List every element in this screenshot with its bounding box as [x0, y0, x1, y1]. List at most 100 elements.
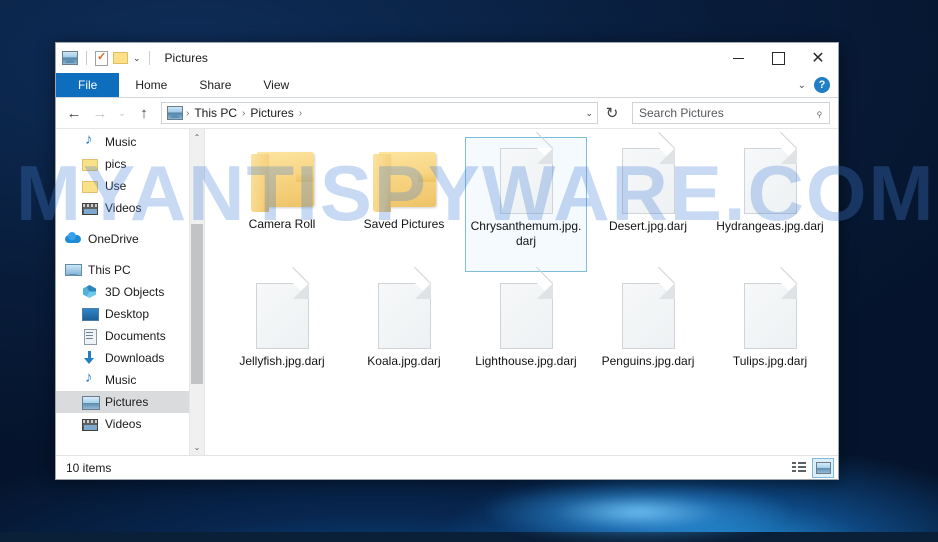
sidebar-item-pictures[interactable]: Pictures — [56, 391, 204, 413]
sidebar-item-label: Music — [105, 373, 137, 387]
file-icon — [499, 266, 553, 349]
folder-icon — [82, 159, 98, 171]
sidebar-item-music-quick[interactable]: Music — [56, 131, 204, 153]
details-view-icon — [792, 462, 806, 473]
toolbar-divider — [86, 51, 87, 65]
large-icons-view-icon — [815, 461, 831, 474]
breadcrumb-pictures[interactable]: Pictures — [248, 106, 295, 120]
help-button[interactable]: ? — [814, 77, 830, 93]
music-icon — [82, 131, 98, 150]
sidebar-item-desktop[interactable]: Desktop — [56, 303, 204, 325]
file-item-saved-pictures[interactable]: Saved Pictures — [343, 137, 465, 272]
sidebar-item-onedrive[interactable]: OneDrive — [56, 228, 204, 250]
onedrive-icon — [65, 231, 81, 247]
search-input[interactable]: Search Pictures ⌕ — [632, 102, 830, 124]
large-icons-view-button[interactable] — [812, 457, 834, 478]
file-item-koala[interactable]: Koala.jpg.darj — [343, 266, 465, 407]
sidebar-item-videos-quick[interactable]: Videos — [56, 197, 204, 219]
folder-icon — [371, 150, 437, 212]
navigation-pane: Music pics Use Videos OneDrive — [56, 129, 204, 455]
pictures-icon — [62, 51, 78, 65]
file-grid: Camera Roll Saved Pictures Chrysanthemum… — [221, 131, 834, 407]
file-item-chrysanthemum[interactable]: Chrysanthemum.jpg.darj — [465, 131, 587, 272]
breadcrumb-pictures-icon — [167, 106, 183, 120]
file-item-penguins[interactable]: Penguins.jpg.darj — [587, 266, 709, 407]
file-name-label: Hydrangeas.jpg.darj — [716, 219, 824, 233]
sidebar-item-3d-objects[interactable]: 3D Objects — [56, 281, 204, 303]
sidebar-item-label: Videos — [105, 201, 142, 215]
video-icon — [82, 203, 98, 215]
toolbar-divider-2 — [148, 51, 150, 65]
file-item-lighthouse[interactable]: Lighthouse.jpg.darj — [465, 266, 587, 407]
close-button[interactable]: ✕ — [798, 43, 838, 73]
breadcrumb-separator-2[interactable]: › — [299, 108, 302, 119]
cube-icon — [82, 284, 98, 300]
breadcrumb-separator-1: › — [242, 107, 246, 119]
status-bar: 10 items — [56, 455, 838, 479]
file-name-label: Tulips.jpg.darj — [732, 354, 808, 368]
file-item-camera-roll[interactable]: Camera Roll — [221, 137, 343, 272]
file-icon — [743, 131, 797, 214]
refresh-button[interactable]: ↻ — [600, 101, 624, 125]
file-name-label: Koala.jpg.darj — [367, 354, 441, 368]
minimize-button[interactable] — [718, 43, 758, 73]
tab-view[interactable]: View — [247, 73, 305, 97]
address-history-chevron-down-icon[interactable]: ⌄ — [585, 108, 593, 119]
ribbon-tab-bar: File Home Share View ⌄ ? — [56, 73, 838, 98]
tab-home[interactable]: Home — [119, 73, 183, 97]
customize-caret-icon[interactable]: ⌄ — [133, 53, 141, 64]
ribbon-right-controls: ⌄ ? — [798, 73, 838, 97]
sidebar-item-downloads[interactable]: Downloads — [56, 347, 204, 369]
tab-share[interactable]: Share — [183, 73, 247, 97]
expand-ribbon-chevron-down-icon[interactable]: ⌄ — [798, 80, 806, 91]
file-item-hydrangeas[interactable]: Hydrangeas.jpg.darj — [709, 131, 831, 272]
sidebar-item-label: Music — [105, 135, 137, 149]
file-name-label: Chrysanthemum.jpg.darj — [470, 219, 582, 248]
search-icon[interactable]: ⌕ — [812, 105, 827, 120]
sidebar-item-documents[interactable]: Documents — [56, 325, 204, 347]
sidebar-item-label: Pictures — [105, 395, 149, 409]
scrollbar-thumb[interactable] — [191, 224, 203, 384]
breadcrumb-this-pc[interactable]: This PC — [192, 106, 239, 120]
scroll-up-arrow-icon[interactable]: ⌃ — [190, 129, 204, 145]
view-toggle-group — [788, 457, 834, 478]
properties-icon[interactable] — [95, 50, 108, 66]
file-name-label: Jellyfish.jpg.darj — [239, 354, 325, 368]
maximize-button[interactable] — [758, 43, 798, 73]
sidebar-item-music[interactable]: Music — [56, 369, 204, 391]
title-bar: ⌄ Pictures ✕ — [56, 43, 838, 73]
file-icon — [743, 266, 797, 349]
details-view-button[interactable] — [788, 458, 810, 478]
file-item-desert[interactable]: Desert.jpg.darj — [587, 131, 709, 272]
tab-file[interactable]: File — [56, 73, 120, 97]
item-count-label: 10 items — [66, 460, 112, 475]
pictures-icon — [82, 394, 100, 410]
address-bar[interactable]: › This PC › Pictures › ⌄ — [161, 102, 598, 124]
file-item-tulips[interactable]: Tulips.jpg.darj — [709, 266, 831, 407]
breadcrumb-separator-0: › — [186, 107, 190, 119]
file-icon — [499, 131, 553, 214]
sidebar-item-label: 3D Objects — [105, 285, 165, 299]
sidebar-scrollbar[interactable]: ⌃ ⌄ — [189, 129, 204, 455]
download-icon — [82, 350, 98, 366]
scroll-down-arrow-icon[interactable]: ⌄ — [190, 439, 204, 455]
recent-locations-chevron-down-icon[interactable]: ⌄ — [114, 101, 130, 125]
window-body: Music pics Use Videos OneDrive — [56, 128, 838, 455]
search-placeholder: Search Pictures — [639, 106, 724, 120]
sidebar-item-pics[interactable]: pics — [56, 153, 204, 175]
sidebar-item-this-pc[interactable]: This PC — [56, 259, 204, 281]
sidebar-item-label: This PC — [88, 263, 131, 277]
forward-button[interactable]: → — [88, 101, 112, 125]
new-folder-icon[interactable] — [113, 52, 128, 64]
sidebar-item-label: Downloads — [105, 351, 165, 365]
computer-icon — [65, 262, 82, 278]
up-button[interactable]: ↑ — [132, 101, 156, 125]
sidebar-item-videos[interactable]: Videos — [56, 413, 204, 435]
file-list-pane[interactable]: Camera Roll Saved Pictures Chrysanthemum… — [205, 129, 838, 455]
sidebar-item-label: Use — [105, 179, 127, 193]
back-button[interactable]: ← — [62, 101, 86, 125]
file-explorer-window: ⌄ Pictures ✕ File Home Share View ⌄ ? ← … — [55, 42, 839, 480]
file-item-jellyfish[interactable]: Jellyfish.jpg.darj — [221, 266, 343, 407]
sidebar-item-use[interactable]: Use — [56, 175, 204, 197]
